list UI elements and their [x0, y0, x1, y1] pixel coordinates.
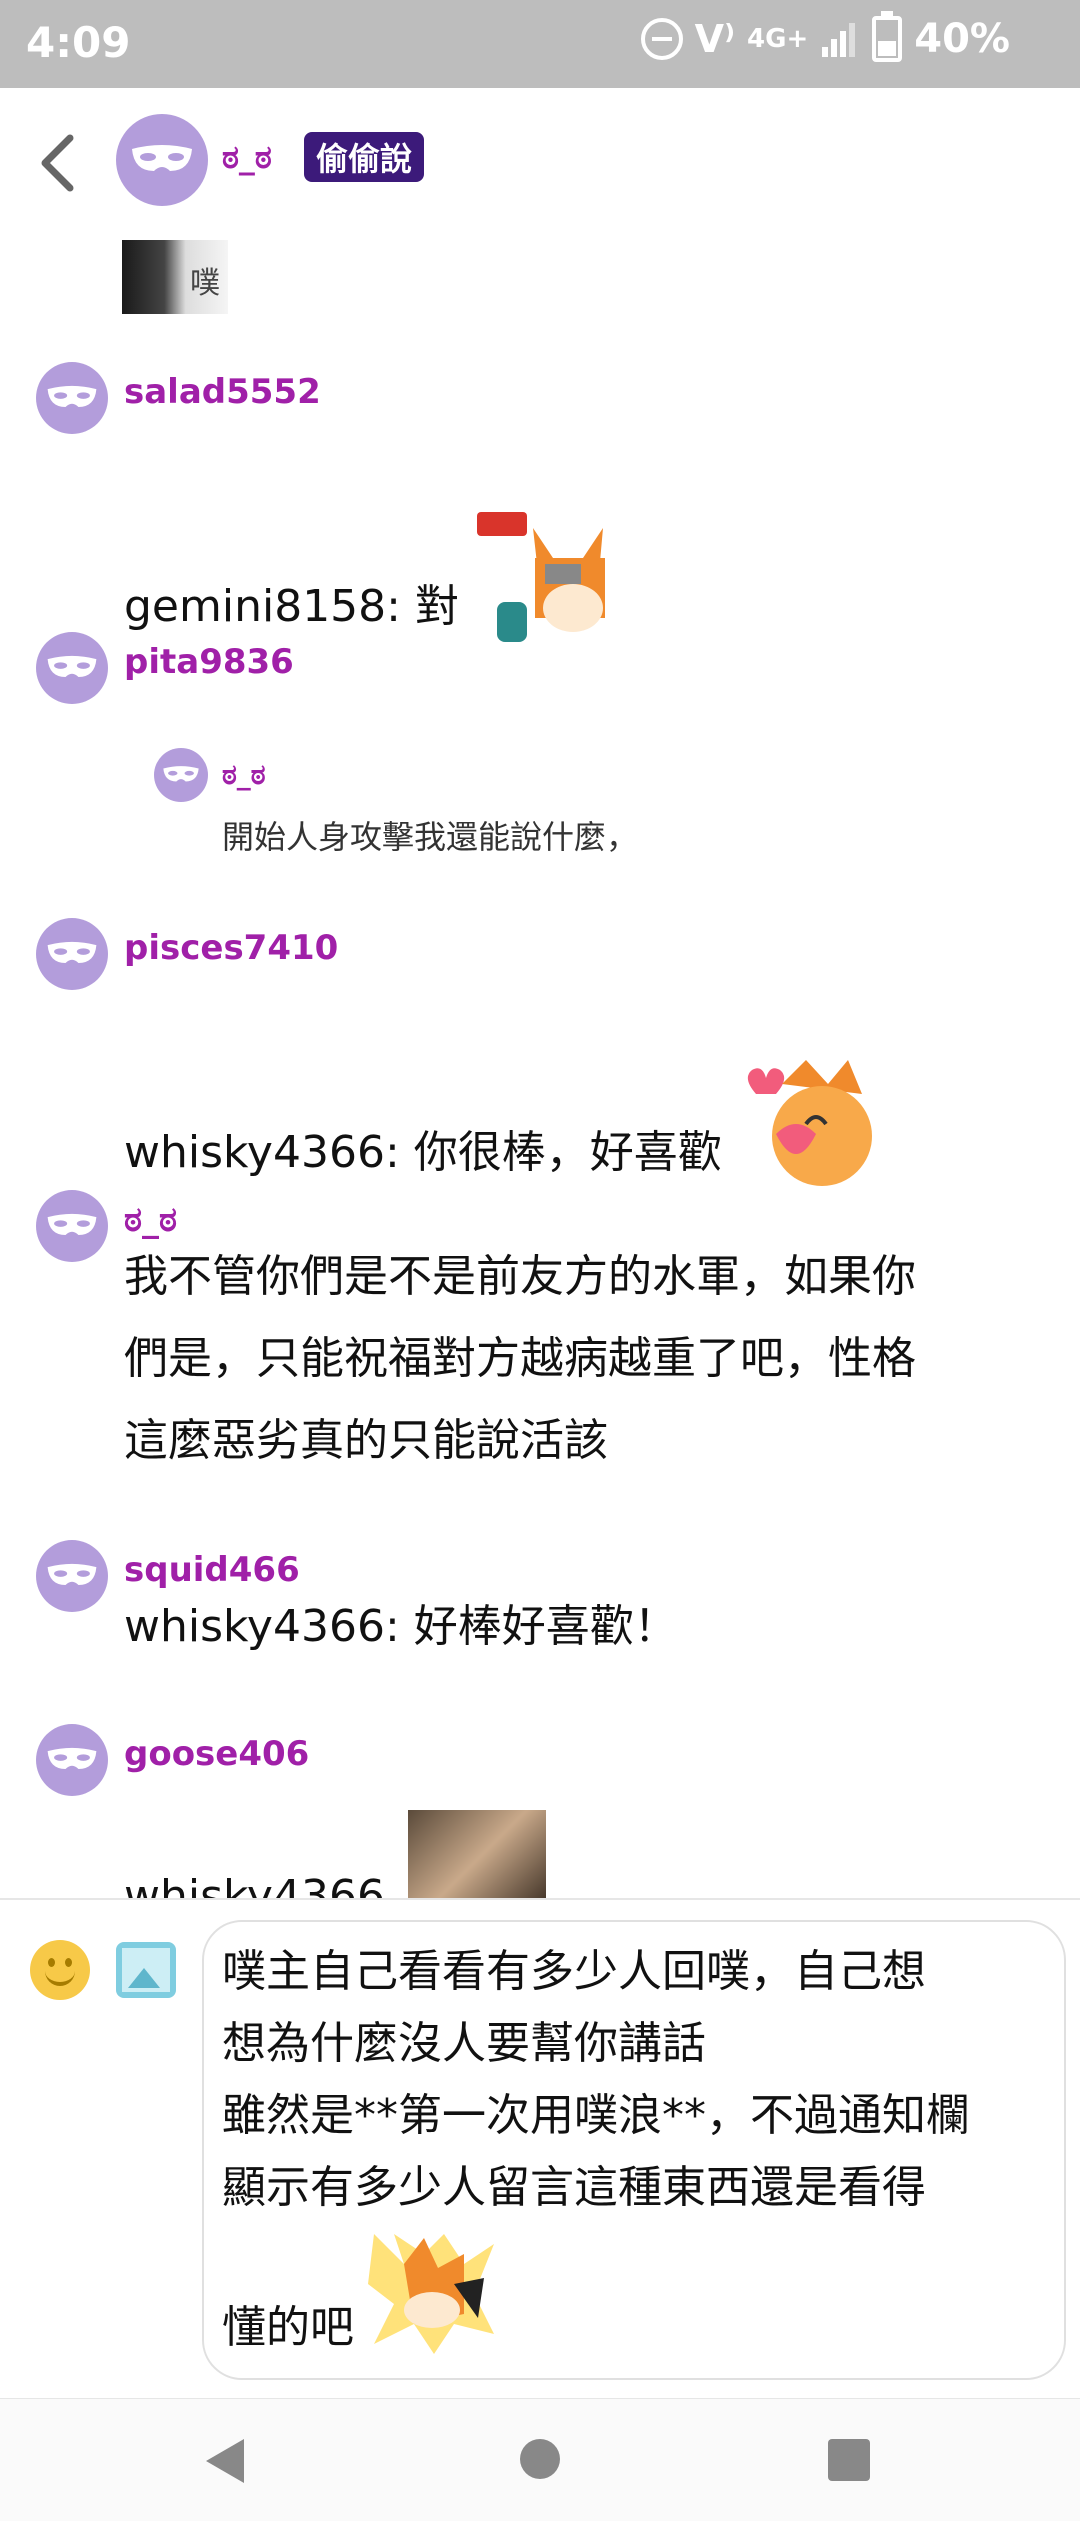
response-text: 我不管你們是不是前友方的水軍，如果你 們是，只能祝福對方越病越重了吧，性格 這麼… [124, 1236, 916, 1482]
nav-recent-icon[interactable] [828, 2439, 870, 2481]
back-arrow-icon[interactable] [30, 128, 90, 198]
response-item: ಠ_ಠ 我不管你們是不是前友方的水軍，如果你 們是，只能祝福對方越病越重了吧，性… [0, 1186, 1080, 1506]
response-text: whisky4366: 好棒好喜歡！ [124, 1601, 678, 1652]
response-text-content: gemini8158: 對 [124, 581, 459, 632]
reply-input-text[interactable]: 噗主自己看看有多少人回噗，自己想 想為什麼沒人要幫你講話 雖然是**第一次用噗浪… [222, 1936, 1052, 2364]
blushing-fox-sticker[interactable] [736, 1054, 876, 1194]
response-line: 們是，只能祝福對方越病越重了吧，性格 [124, 1333, 916, 1384]
response-text-content: whisky4366 [124, 1871, 385, 1898]
nav-back-icon[interactable] [206, 2439, 244, 2483]
system-nav-bar [0, 2398, 1080, 2521]
user-avatar[interactable] [36, 1724, 108, 1796]
fox-facepalm-sticker[interactable] [364, 2224, 504, 2364]
response-username[interactable]: goose406 [124, 1734, 309, 1774]
response-username[interactable]: pisces7410 [124, 928, 338, 968]
response-item: pisces7410 whisky4366: 你很棒，好喜歡 [0, 914, 1080, 1186]
user-avatar[interactable] [36, 632, 108, 704]
reply-input[interactable]: 噗主自己看看有多少人回噗，自己想 想為什麼沒人要幫你講話 雖然是**第一次用噗浪… [202, 1920, 1066, 2380]
mask-icon [47, 1213, 97, 1235]
plurk-image-thumbnail[interactable]: 噗 [122, 240, 228, 314]
mask-icon [132, 145, 192, 171]
quoted-screenshot[interactable]: ಠ_ಠ 開始人身攻擊我還能說什麼， [150, 748, 710, 878]
author-avatar[interactable] [116, 114, 208, 206]
nav-home-icon[interactable] [520, 2439, 560, 2479]
image-icon[interactable] [116, 1942, 176, 1998]
response-item: squid466 whisky4366: 好棒好喜歡！ [0, 1536, 1080, 1686]
user-avatar[interactable] [36, 362, 108, 434]
response-line: 這麼惡劣真的只能說活該 [124, 1415, 608, 1466]
status-bar: 4:09 V⁾ 4G+ 40% [0, 0, 1080, 88]
response-item: salad5552 gemini8158: 對 [0, 358, 1080, 642]
mask-icon [47, 941, 97, 963]
user-avatar[interactable] [36, 918, 108, 990]
user-avatar[interactable] [36, 1540, 108, 1612]
mask-icon [47, 1747, 97, 1769]
reply-text-content: 噗主自己看看有多少人回噗，自己想 想為什麼沒人要幫你講話 雖然是**第一次用噗浪… [222, 1946, 970, 2213]
reply-composer: 噗主自己看看有多少人回噗，自己想 想為什麼沒人要幫你講話 雖然是**第一次用噗浪… [0, 1898, 1080, 2400]
thumbnail-text: 噗 [190, 266, 220, 301]
response-line: 我不管你們是不是前友方的水軍，如果你 [124, 1251, 916, 1302]
anonymous-badge: 偷偷說 [304, 132, 425, 182]
quote-text: 開始人身攻擊我還能說什麼， [222, 818, 639, 856]
volte-icon: V⁾ [694, 17, 736, 61]
response-text: gemini8158: 對 [124, 508, 613, 648]
network-type: 4G+ [747, 24, 809, 54]
mask-icon [47, 1563, 97, 1585]
battery-percent: 40% [914, 16, 1010, 62]
plurk-header: ಠ_ಠ 偷偷說 [0, 88, 1080, 228]
response-username[interactable]: pita9836 [124, 642, 294, 682]
user-avatar[interactable] [36, 1190, 108, 1262]
response-text: whisky4366: 你很棒，好喜歡 [124, 1054, 876, 1194]
emoji-icon[interactable] [30, 1940, 90, 2000]
photo-thumbnail[interactable] [408, 1810, 546, 1898]
response-username[interactable]: squid466 [124, 1550, 300, 1590]
mask-icon [47, 655, 97, 677]
response-username[interactable]: salad5552 [124, 372, 321, 412]
response-text-content: whisky4366: 你很棒，好喜歡 [124, 1127, 722, 1178]
response-item: goose406 whisky4366 [0, 1720, 1080, 1898]
status-time: 4:09 [26, 18, 131, 67]
quote-username: ಠ_ಠ [222, 758, 266, 791]
signal-icon [820, 19, 860, 59]
response-item: pita9836 ಠ_ಠ 開始人身攻擊我還能說什麼， [0, 628, 1080, 888]
status-icons: V⁾ 4G+ 40% [640, 11, 1010, 62]
response-text: whisky4366 [124, 1856, 385, 1898]
quote-avatar [154, 748, 208, 802]
battery-icon [872, 11, 903, 62]
author-name[interactable]: ಠ_ಠ [222, 138, 272, 177]
mask-icon [163, 766, 199, 782]
response-username[interactable]: ಠ_ಠ [124, 1200, 177, 1240]
mask-icon [47, 385, 97, 407]
do-not-disturb-icon [640, 18, 683, 60]
fox-live-sticker[interactable] [473, 508, 613, 648]
reply-text-last-line: 懂的吧 [222, 2302, 354, 2353]
